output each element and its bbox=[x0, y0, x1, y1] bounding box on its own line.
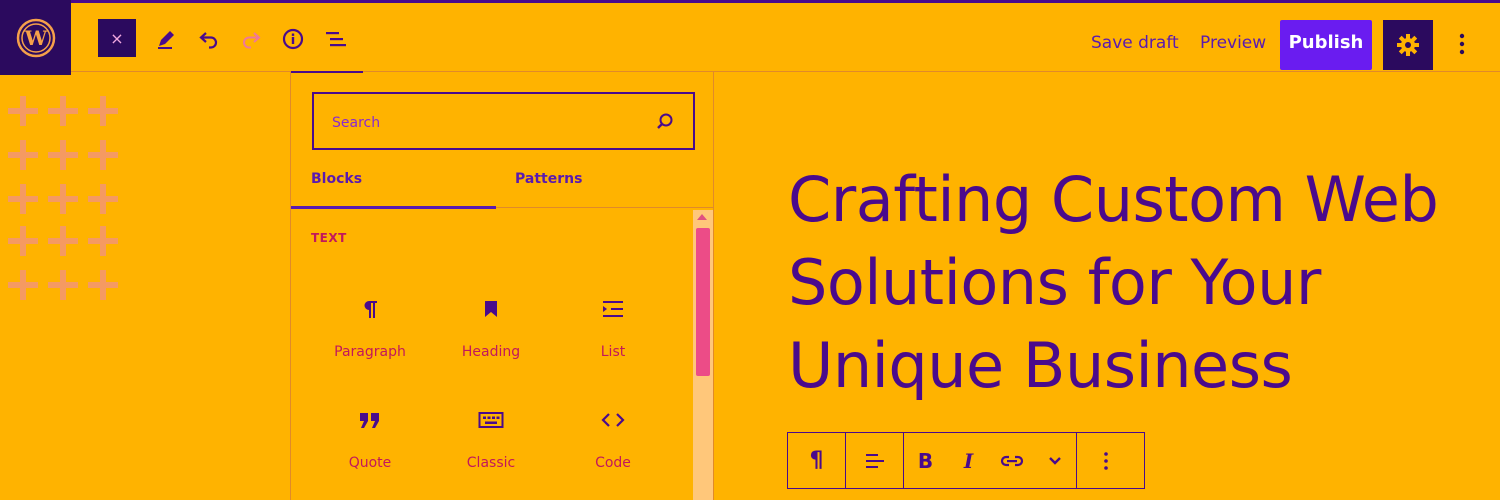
block-label: List bbox=[600, 344, 626, 360]
top-toolbar: W × Save draft Preview Publish bbox=[0, 0, 1500, 75]
publish-button[interactable]: Publish bbox=[1280, 20, 1372, 70]
search-icon bbox=[657, 113, 673, 129]
publish-label: Publish bbox=[1288, 32, 1364, 53]
block-classic[interactable]: Classic bbox=[431, 405, 551, 485]
block-label: Code bbox=[595, 455, 631, 471]
pencil-icon bbox=[158, 31, 174, 49]
block-paragraph[interactable]: Paragraph bbox=[310, 294, 430, 374]
redo-button[interactable] bbox=[232, 20, 270, 58]
block-type-group: ¶ bbox=[788, 433, 846, 488]
options-menu-button[interactable] bbox=[1448, 27, 1476, 61]
paragraph-icon bbox=[310, 294, 430, 324]
link-button[interactable] bbox=[990, 433, 1033, 488]
tab-blocks[interactable]: Blocks bbox=[311, 171, 362, 187]
redo-icon bbox=[243, 32, 261, 49]
link-icon bbox=[1000, 455, 1023, 466]
more-vertical-icon bbox=[1103, 451, 1108, 470]
block-inserter-panel: Search Blocks Patterns TEXT Paragraph He… bbox=[290, 71, 714, 500]
bold-button[interactable]: B bbox=[904, 433, 947, 488]
block-toolbar: ¶ B I bbox=[787, 432, 1145, 489]
chevron-down-icon bbox=[1048, 456, 1061, 465]
plus-icon bbox=[8, 184, 38, 214]
plus-icon bbox=[8, 270, 38, 300]
plus-icon bbox=[88, 96, 118, 126]
details-button[interactable] bbox=[274, 20, 312, 58]
align-text-button[interactable] bbox=[846, 433, 903, 488]
more-vertical-icon bbox=[1459, 33, 1465, 55]
block-list[interactable]: List bbox=[553, 294, 673, 374]
bold-icon: B bbox=[917, 448, 934, 473]
panel-indicator bbox=[291, 71, 363, 73]
block-label: Heading bbox=[461, 344, 521, 360]
plus-icon bbox=[88, 140, 118, 170]
plus-icon bbox=[48, 184, 78, 214]
italic-icon: I bbox=[963, 448, 974, 473]
tab-patterns[interactable]: Patterns bbox=[515, 171, 582, 187]
gear-icon bbox=[1397, 34, 1419, 56]
search-placeholder: Search bbox=[332, 115, 381, 131]
post-heading[interactable]: Crafting Custom Web Solutions for Your U… bbox=[788, 158, 1488, 407]
close-inserter-button[interactable]: × bbox=[98, 19, 136, 57]
preview-button[interactable]: Preview bbox=[1200, 33, 1266, 53]
heading-icon bbox=[431, 294, 551, 324]
info-icon bbox=[282, 28, 304, 50]
tools-button[interactable] bbox=[147, 20, 185, 58]
plus-icon bbox=[48, 96, 78, 126]
wordpress-logo-icon[interactable]: W bbox=[0, 0, 71, 75]
block-label: Quote bbox=[348, 455, 392, 471]
close-icon: × bbox=[110, 28, 124, 48]
svg-text:W: W bbox=[23, 26, 47, 50]
plus-icon bbox=[8, 226, 38, 256]
italic-button[interactable]: I bbox=[947, 433, 990, 488]
undo-button[interactable] bbox=[190, 20, 228, 58]
inserter-tabs: Blocks Patterns bbox=[291, 162, 713, 208]
quote-icon bbox=[310, 405, 430, 435]
code-icon bbox=[553, 405, 673, 435]
more-rich-text-button[interactable] bbox=[1033, 433, 1076, 488]
block-code[interactable]: Code bbox=[553, 405, 673, 485]
options-group bbox=[1077, 433, 1134, 488]
align-left-icon bbox=[865, 453, 884, 468]
plus-icon bbox=[48, 226, 78, 256]
plus-icon bbox=[48, 270, 78, 300]
settings-button[interactable] bbox=[1383, 20, 1433, 70]
block-label: Paragraph bbox=[334, 344, 406, 360]
plus-icon bbox=[88, 226, 118, 256]
keyboard-icon bbox=[431, 405, 551, 435]
plus-icon bbox=[48, 140, 78, 170]
category-heading-text: TEXT bbox=[311, 231, 347, 245]
undo-icon bbox=[199, 32, 218, 49]
plus-icon bbox=[8, 96, 38, 126]
list-view-button[interactable] bbox=[317, 20, 355, 58]
block-quote[interactable]: Quote bbox=[310, 405, 430, 485]
paragraph-icon: ¶ bbox=[809, 448, 824, 473]
list-view-icon bbox=[326, 32, 346, 47]
list-icon bbox=[553, 294, 673, 324]
active-tab-indicator bbox=[291, 206, 496, 209]
plus-icon bbox=[88, 270, 118, 300]
save-draft-button[interactable]: Save draft bbox=[1091, 33, 1179, 53]
alignment-group bbox=[846, 433, 904, 488]
scroll-up-arrow-icon[interactable] bbox=[697, 214, 707, 220]
plus-icon bbox=[8, 140, 38, 170]
formatting-group: B I bbox=[904, 433, 1077, 488]
block-options-button[interactable] bbox=[1077, 433, 1134, 488]
scrollbar-thumb[interactable] bbox=[696, 228, 710, 376]
block-label: Classic bbox=[466, 455, 516, 471]
plus-icon bbox=[88, 184, 118, 214]
block-heading[interactable]: Heading bbox=[431, 294, 551, 374]
transform-block-button[interactable]: ¶ bbox=[788, 433, 845, 488]
block-search-input[interactable]: Search bbox=[312, 92, 695, 150]
